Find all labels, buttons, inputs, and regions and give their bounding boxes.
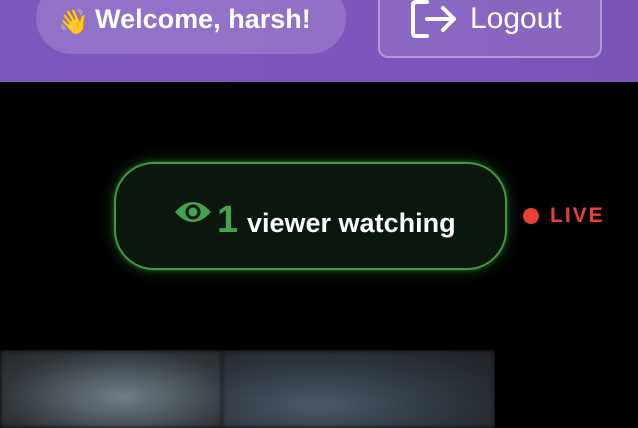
logout-button[interactable]: Logout — [378, 0, 602, 58]
waving-hand-icon: 👋 — [58, 8, 90, 36]
eye-icon — [175, 202, 211, 222]
welcome-badge: 👋 Welcome, harsh! — [36, 0, 346, 54]
logout-label: Logout — [470, 2, 562, 35]
viewer-label: viewer watching — [247, 208, 456, 238]
video-tile[interactable] — [222, 350, 495, 428]
welcome-text: Welcome, harsh! — [95, 4, 311, 34]
video-grid — [0, 350, 495, 428]
live-indicator-dot — [523, 208, 539, 224]
top-bar: 👋 Welcome, harsh! Logout — [0, 0, 638, 82]
logout-icon — [411, 0, 456, 38]
live-label: LIVE — [550, 204, 605, 227]
viewer-count-badge: 1 viewer watching — [114, 162, 507, 270]
viewer-count: 1 — [217, 199, 239, 241]
video-tile[interactable] — [0, 350, 222, 428]
